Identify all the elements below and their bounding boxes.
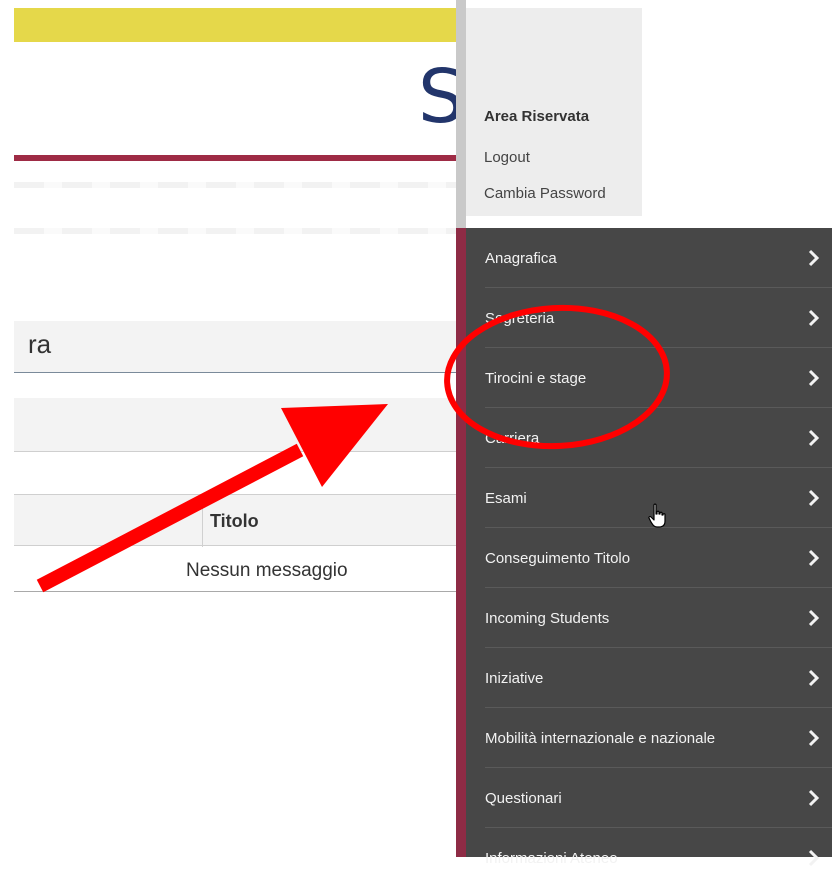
menu-item-label: Iniziative [485,670,544,687]
menu-item-anagrafica[interactable]: Anagrafica [466,228,832,288]
column-header-titolo[interactable]: Titolo [210,511,259,532]
empty-table-message: Nessun messaggio [186,560,348,581]
chevron-right-icon [808,849,820,867]
menu-item-label: Conseguimento Titolo [485,550,631,567]
menu-item-carriera[interactable]: Carriera [466,408,832,468]
faded-text-row [14,182,456,188]
column-divider [202,495,203,547]
chevron-right-icon [808,369,820,387]
change-password-link[interactable]: Cambia Password [484,185,606,202]
user-area-blank [642,8,832,216]
messages-table-header: Titolo [14,494,456,547]
chevron-right-icon [808,429,820,447]
menu-item-mobilita[interactable]: Mobilità internazionale e nazionale [466,708,832,768]
menu-item-label: Incoming Students [485,610,610,627]
menu-item-label: Anagrafica [485,250,557,267]
logout-link[interactable]: Logout [484,149,530,166]
chevron-right-icon [808,489,820,507]
page-heading-text: ra [28,329,52,359]
menu-item-conseguimento-titolo[interactable]: Conseguimento Titolo [466,528,832,588]
menu-item-label: Segreteria [485,310,555,327]
menu-item-tirocini-e-stage[interactable]: Tirocini e stage [466,348,832,408]
chevron-right-icon [808,309,820,327]
chevron-right-icon [808,549,820,567]
menu-item-segreteria[interactable]: Segreteria [466,288,832,348]
menu-item-informazioni-ateneo[interactable]: Informazioni Ateneo [466,828,832,888]
page-heading-bar: ra [14,321,456,373]
header-divider [14,155,456,161]
faded-text-row [14,228,456,234]
chevron-right-icon [808,669,820,687]
top-accent-bar [14,8,456,42]
main-menu: Anagrafica Segreteria Tirocini e stage C… [466,228,832,867]
table-row: Nessun messaggio [14,546,456,592]
hand-pointer-cursor-icon [648,503,666,528]
chevron-right-icon [808,609,820,627]
panel-edge [456,0,466,228]
menu-item-incoming-students[interactable]: Incoming Students [466,588,832,648]
menu-item-label: Mobilità internazionale e nazionale [485,730,716,747]
menu-item-label: Informazioni Ateneo [485,850,618,867]
area-riservata-title: Area Riservata [484,108,590,125]
menu-item-label: Questionari [485,790,562,807]
section-band [14,398,456,452]
user-area: Area Riservata Logout Cambia Password [466,8,642,216]
chevron-right-icon [808,729,820,747]
menu-item-questionari[interactable]: Questionari [466,768,832,828]
menu-item-label: Carriera [485,430,540,447]
panel-edge-accent [456,228,466,857]
chevron-right-icon [808,789,820,807]
menu-item-iniziative[interactable]: Iniziative [466,648,832,708]
chevron-right-icon [808,249,820,267]
menu-item-label: Tirocini e stage [485,370,587,387]
side-menu-panel: Area Riservata Logout Cambia Password An… [456,0,832,867]
menu-item-label: Esami [485,490,527,507]
